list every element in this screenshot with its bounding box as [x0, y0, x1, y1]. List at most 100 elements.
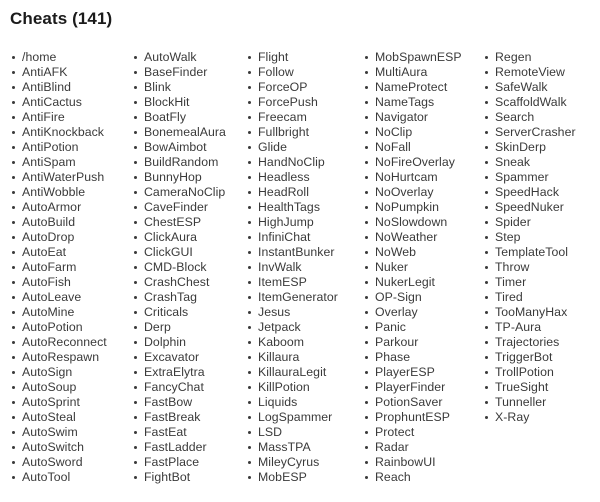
cheat-list-item[interactable]: AutoSwim: [12, 425, 122, 440]
cheat-list-item[interactable]: Tired: [485, 290, 600, 305]
cheat-list-item[interactable]: Sneak: [485, 155, 600, 170]
cheat-list-item[interactable]: NoClip: [365, 125, 473, 140]
cheat-list-item[interactable]: AntiAFK: [12, 65, 122, 80]
cheat-list-item[interactable]: AntiPotion: [12, 140, 122, 155]
cheat-list-item[interactable]: AutoSprint: [12, 395, 122, 410]
cheat-list-item[interactable]: Parkour: [365, 335, 473, 350]
cheat-list-item[interactable]: Phase: [365, 350, 473, 365]
cheat-list-item[interactable]: AutoEat: [12, 245, 122, 260]
cheat-list-item[interactable]: AutoFarm: [12, 260, 122, 275]
cheat-list-item[interactable]: PlayerFinder: [365, 380, 473, 395]
cheat-list-item[interactable]: TemplateTool: [485, 245, 600, 260]
cheat-list-item[interactable]: TriggerBot: [485, 350, 600, 365]
cheat-list-item[interactable]: Overlay: [365, 305, 473, 320]
cheat-list-item[interactable]: AutoSign: [12, 365, 122, 380]
cheat-list-item[interactable]: BuildRandom: [134, 155, 236, 170]
cheat-list-item[interactable]: NoFireOverlay: [365, 155, 473, 170]
cheat-list-item[interactable]: ClickAura: [134, 230, 236, 245]
cheat-list-item[interactable]: SafeWalk: [485, 80, 600, 95]
cheat-list-item[interactable]: HeadRoll: [248, 185, 353, 200]
cheat-list-item[interactable]: Kaboom: [248, 335, 353, 350]
cheat-list-item[interactable]: AntiCactus: [12, 95, 122, 110]
cheat-list-item[interactable]: Reach: [365, 470, 473, 485]
cheat-list-item[interactable]: Jetpack: [248, 320, 353, 335]
cheat-list-item[interactable]: CMD-Block: [134, 260, 236, 275]
cheat-list-item[interactable]: FastLadder: [134, 440, 236, 455]
cheat-list-item[interactable]: BowAimbot: [134, 140, 236, 155]
cheat-list-item[interactable]: LogSpammer: [248, 410, 353, 425]
cheat-list-item[interactable]: FancyChat: [134, 380, 236, 395]
cheat-list-item[interactable]: Panic: [365, 320, 473, 335]
cheat-list-item[interactable]: ServerCrasher: [485, 125, 600, 140]
cheat-list-item[interactable]: AutoFish: [12, 275, 122, 290]
cheat-list-item[interactable]: ClickGUI: [134, 245, 236, 260]
cheat-list-item[interactable]: Step: [485, 230, 600, 245]
cheat-list-item[interactable]: Tunneller: [485, 395, 600, 410]
cheat-list-item[interactable]: AutoSwitch: [12, 440, 122, 455]
cheat-list-item[interactable]: AntiWaterPush: [12, 170, 122, 185]
cheat-list-item[interactable]: AutoSoup: [12, 380, 122, 395]
cheat-list-item[interactable]: AntiWobble: [12, 185, 122, 200]
cheat-list-item[interactable]: Spammer: [485, 170, 600, 185]
cheat-list-item[interactable]: Nuker: [365, 260, 473, 275]
cheat-list-item[interactable]: AutoDrop: [12, 230, 122, 245]
cheat-list-item[interactable]: Regen: [485, 50, 600, 65]
cheat-list-item[interactable]: AntiKnockback: [12, 125, 122, 140]
cheat-list-item[interactable]: AutoSteal: [12, 410, 122, 425]
cheat-list-item[interactable]: ItemGenerator: [248, 290, 353, 305]
cheat-list-item[interactable]: Throw: [485, 260, 600, 275]
cheat-list-item[interactable]: AutoPotion: [12, 320, 122, 335]
cheat-list-item[interactable]: MobSpawnESP: [365, 50, 473, 65]
cheat-list-item[interactable]: AntiBlind: [12, 80, 122, 95]
cheat-list-item[interactable]: CameraNoClip: [134, 185, 236, 200]
cheat-list-item[interactable]: Dolphin: [134, 335, 236, 350]
cheat-list-item[interactable]: AutoRespawn: [12, 350, 122, 365]
cheat-list-item[interactable]: AntiSpam: [12, 155, 122, 170]
cheat-list-item[interactable]: InvWalk: [248, 260, 353, 275]
cheat-list-item[interactable]: FastEat: [134, 425, 236, 440]
cheat-list-item[interactable]: NoPumpkin: [365, 200, 473, 215]
cheat-list-item[interactable]: NoWeather: [365, 230, 473, 245]
cheat-list-item[interactable]: Protect: [365, 425, 473, 440]
cheat-list-item[interactable]: Derp: [134, 320, 236, 335]
cheat-list-item[interactable]: BlockHit: [134, 95, 236, 110]
cheat-list-item[interactable]: SpeedHack: [485, 185, 600, 200]
cheat-list-item[interactable]: NameProtect: [365, 80, 473, 95]
cheat-list-item[interactable]: AutoSword: [12, 455, 122, 470]
cheat-list-item[interactable]: ForcePush: [248, 95, 353, 110]
cheat-list-item[interactable]: KillauraLegit: [248, 365, 353, 380]
cheat-list-item[interactable]: HandNoClip: [248, 155, 353, 170]
cheat-list-item[interactable]: MassTPA: [248, 440, 353, 455]
cheat-list-item[interactable]: AutoReconnect: [12, 335, 122, 350]
cheat-list-item[interactable]: /home: [12, 50, 122, 65]
cheat-list-item[interactable]: CaveFinder: [134, 200, 236, 215]
cheat-list-item[interactable]: FastBow: [134, 395, 236, 410]
cheat-list-item[interactable]: RemoteView: [485, 65, 600, 80]
cheat-list-item[interactable]: SpeedNuker: [485, 200, 600, 215]
cheat-list-item[interactable]: CrashTag: [134, 290, 236, 305]
cheat-list-item[interactable]: Follow: [248, 65, 353, 80]
cheat-list-item[interactable]: Killaura: [248, 350, 353, 365]
cheat-list-item[interactable]: TrollPotion: [485, 365, 600, 380]
cheat-list-item[interactable]: AutoMine: [12, 305, 122, 320]
cheat-list-item[interactable]: ForceOP: [248, 80, 353, 95]
cheat-list-item[interactable]: Timer: [485, 275, 600, 290]
cheat-list-item[interactable]: CrashChest: [134, 275, 236, 290]
cheat-list-item[interactable]: HighJump: [248, 215, 353, 230]
cheat-list-item[interactable]: Jesus: [248, 305, 353, 320]
cheat-list-item[interactable]: BaseFinder: [134, 65, 236, 80]
cheat-list-item[interactable]: FastBreak: [134, 410, 236, 425]
cheat-list-item[interactable]: Trajectories: [485, 335, 600, 350]
cheat-list-item[interactable]: AutoTool: [12, 470, 122, 485]
cheat-list-item[interactable]: AutoArmor: [12, 200, 122, 215]
cheat-list-item[interactable]: KillPotion: [248, 380, 353, 395]
cheat-list-item[interactable]: TooManyHax: [485, 305, 600, 320]
cheat-list-item[interactable]: ItemESP: [248, 275, 353, 290]
cheat-list-item[interactable]: MileyCyrus: [248, 455, 353, 470]
cheat-list-item[interactable]: SkinDerp: [485, 140, 600, 155]
cheat-list-item[interactable]: NoOverlay: [365, 185, 473, 200]
cheat-list-item[interactable]: PotionSaver: [365, 395, 473, 410]
cheat-list-item[interactable]: Navigator: [365, 110, 473, 125]
cheat-list-item[interactable]: PlayerESP: [365, 365, 473, 380]
cheat-list-item[interactable]: ScaffoldWalk: [485, 95, 600, 110]
